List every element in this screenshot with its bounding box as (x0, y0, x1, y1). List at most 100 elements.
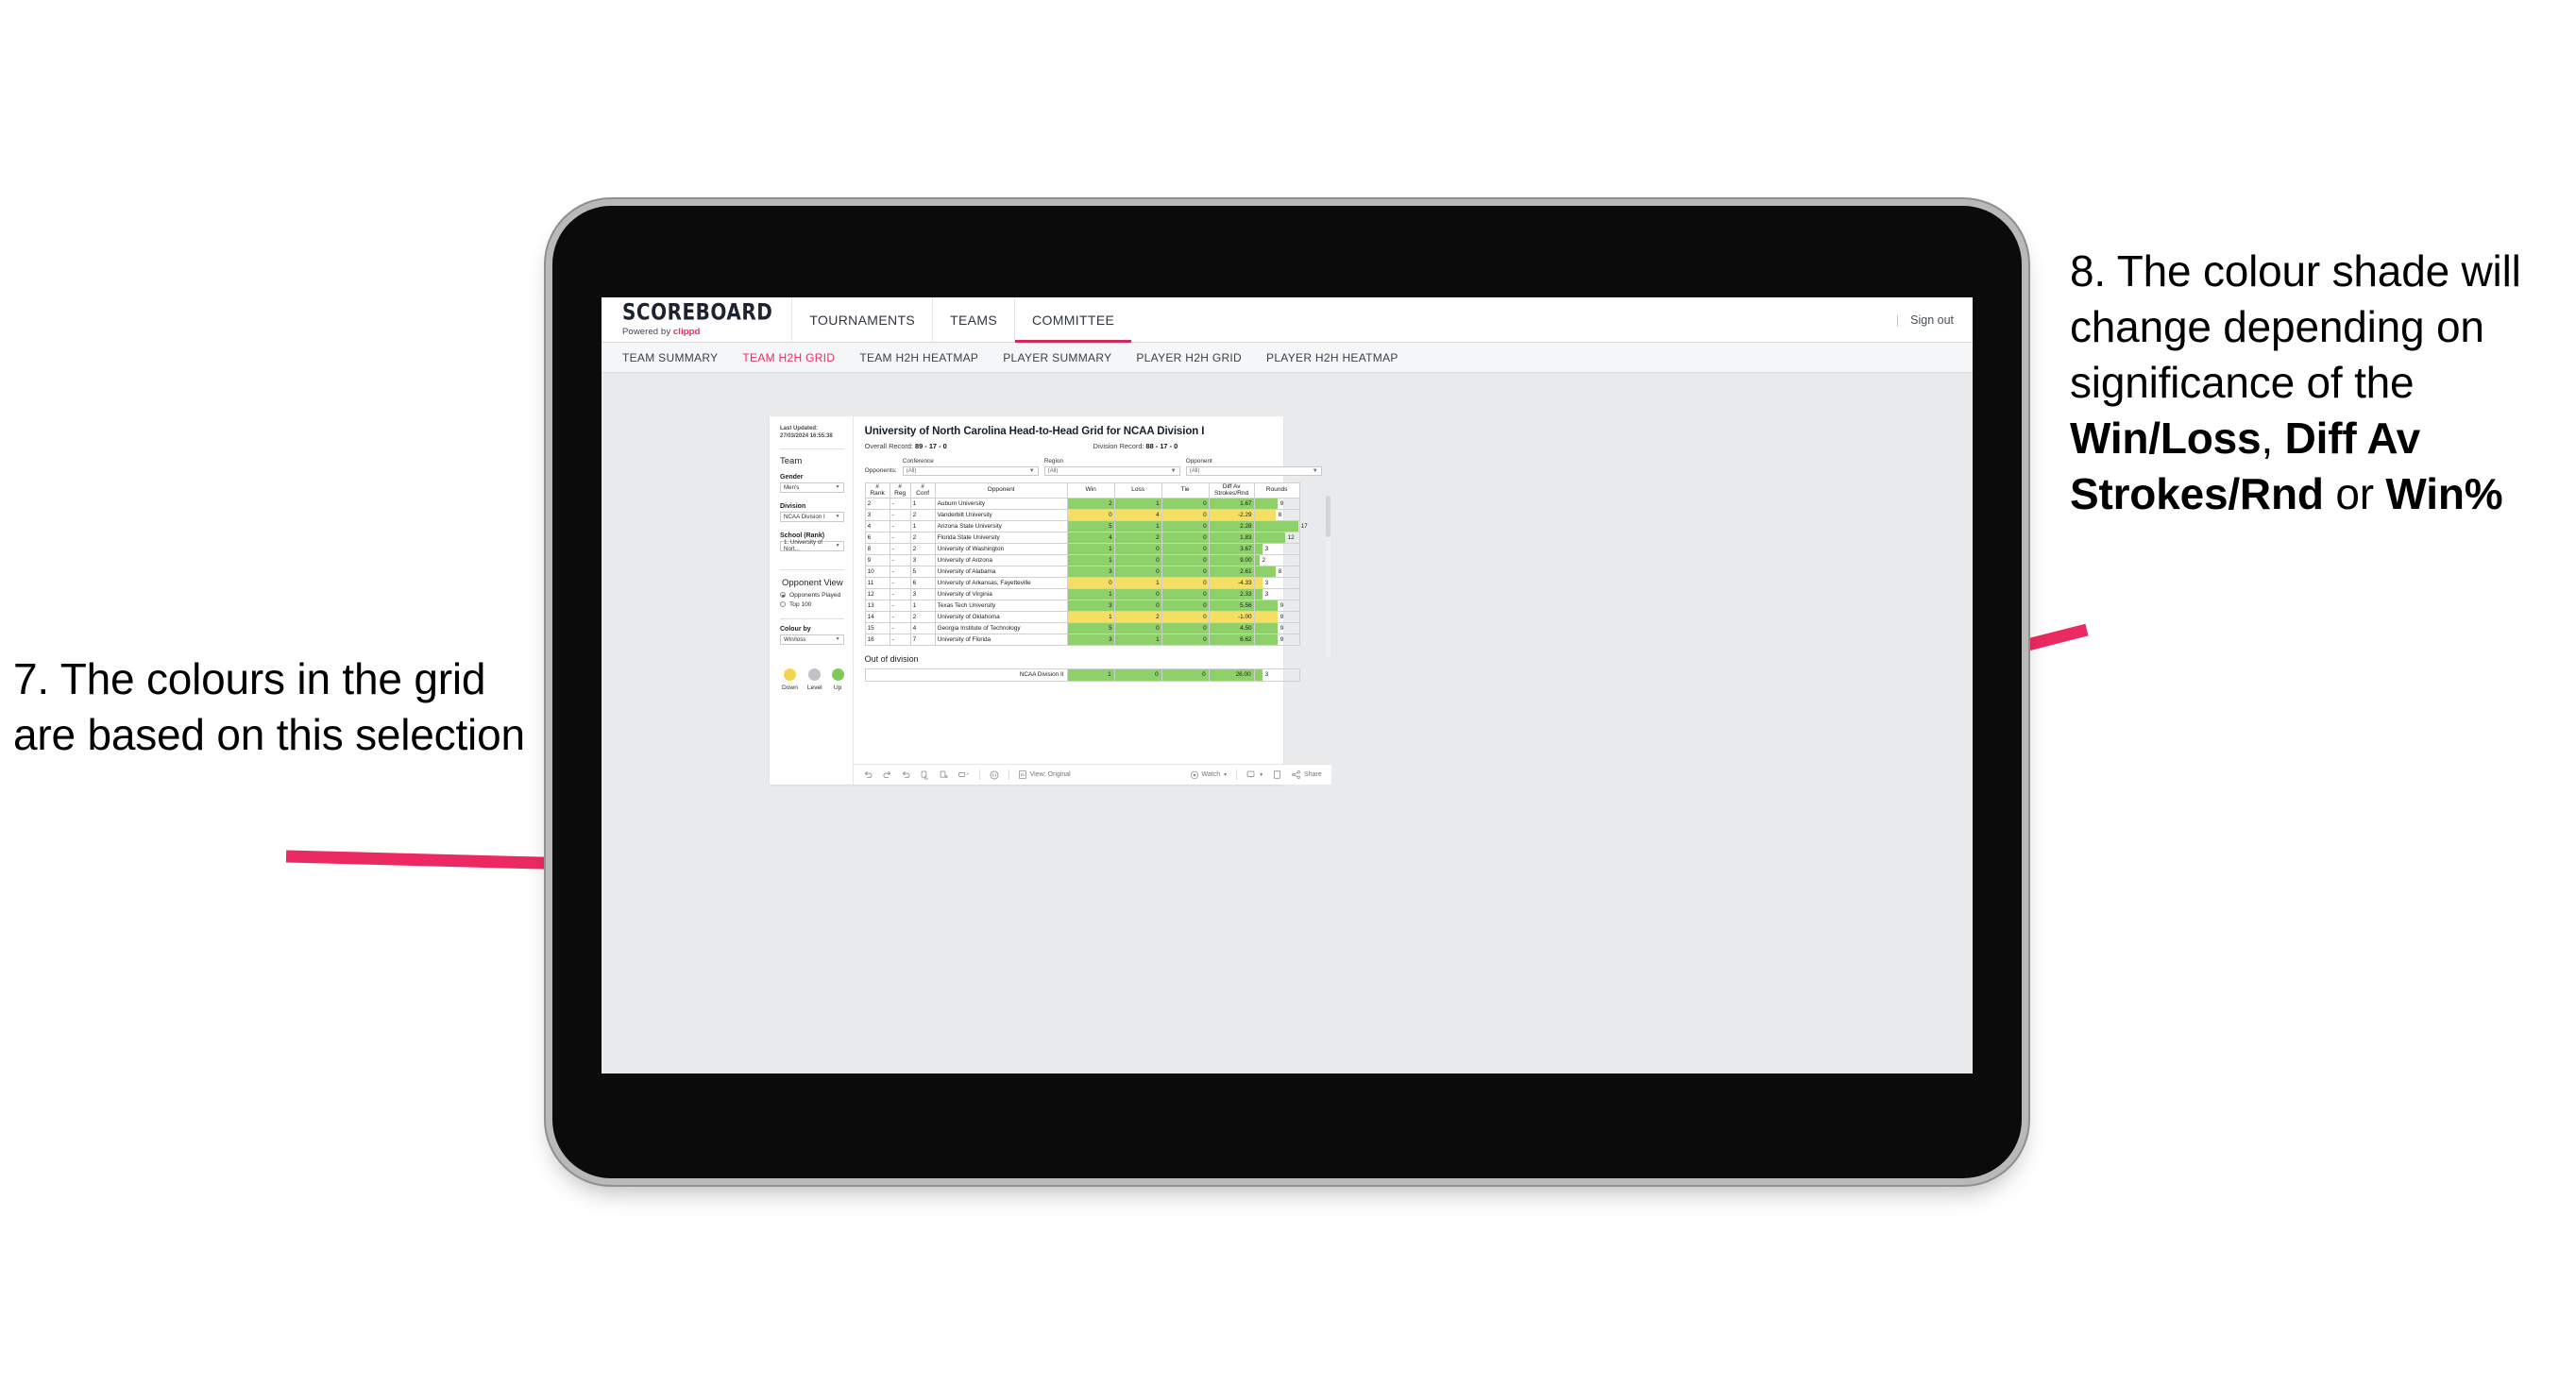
cell-win[interactable]: 1 (1066, 542, 1115, 555)
top-nav-item-committee[interactable]: COMMITTEE (1014, 297, 1132, 343)
cell-conf[interactable]: 1 (909, 519, 936, 532)
cell-win[interactable]: 1 (1066, 610, 1115, 623)
cell-rounds[interactable]: 3 (1253, 542, 1300, 555)
cell-diff[interactable]: 1.83 (1208, 531, 1255, 544)
cell-win[interactable]: 5 (1066, 621, 1115, 634)
cell-reg[interactable]: - (889, 587, 911, 600)
cell-rank[interactable]: 3 (864, 508, 890, 521)
cell-reg[interactable]: - (889, 519, 911, 532)
cell-rank[interactable]: 4 (864, 519, 890, 532)
cell-opponent[interactable]: University of Alabama (934, 565, 1068, 578)
device-layout-icon[interactable] (958, 769, 971, 780)
cell-loss[interactable]: 4 (1113, 508, 1162, 521)
cell-loss[interactable]: 1 (1113, 576, 1162, 589)
cell-diff[interactable]: 9.00 (1208, 553, 1255, 566)
th-tie[interactable]: Tie (1161, 482, 1210, 499)
table-scrollbar-thumb[interactable] (1325, 495, 1330, 537)
sub-nav-item-team-h2h-heatmap[interactable]: TEAM H2H HEATMAP (859, 351, 978, 364)
sign-out-link[interactable]: Sign out (1910, 313, 1954, 327)
cell-rounds[interactable]: 9 (1253, 599, 1300, 612)
table-row[interactable]: 10-5 University of Alabama 3 0 0 2.61 8 (864, 565, 1300, 578)
cell-loss[interactable]: 1 (1113, 497, 1162, 510)
cell-reg[interactable]: - (889, 542, 911, 555)
table-row[interactable]: 14-2 University of Oklahoma 1 2 0 -1.00 9 (864, 610, 1300, 623)
cell-win[interactable]: 5 (1066, 519, 1115, 532)
cell-diff[interactable]: 2.28 (1208, 519, 1255, 532)
cell-loss[interactable]: 0 (1113, 565, 1162, 578)
cell-rounds[interactable]: 9 (1253, 610, 1300, 623)
th-win[interactable]: Win (1066, 482, 1115, 499)
cell-diff[interactable]: 2.61 (1208, 565, 1255, 578)
cell-opponent[interactable]: Georgia Institute of Technology (934, 621, 1068, 634)
cell-tie[interactable]: 0 (1161, 599, 1210, 612)
opponent-filter[interactable]: Opponent (All) ▼ (1185, 458, 1322, 476)
cell-tie[interactable]: 0 (1161, 621, 1210, 634)
cell-rounds[interactable]: 9 (1253, 633, 1300, 646)
conference-filter[interactable]: Conference (All) ▼ (902, 458, 1039, 476)
cell-tie[interactable]: 0 (1161, 565, 1210, 578)
conference-select[interactable]: (All) ▼ (902, 465, 1039, 476)
cell-rounds[interactable]: 9 (1253, 497, 1300, 510)
out-of-division-row[interactable]: NCAA Division II 1 0 0 26.00 3 (864, 668, 1300, 682)
pause-auto-update-icon[interactable] (989, 769, 1000, 781)
fullscreen-icon[interactable] (1272, 769, 1282, 780)
th-opponent[interactable]: Opponent (934, 482, 1068, 499)
cell-conf[interactable]: 2 (909, 542, 936, 555)
cell-rounds[interactable]: 2 (1253, 553, 1300, 566)
cell-diff[interactable]: -2.29 (1208, 508, 1255, 521)
cell-rounds[interactable]: 9 (1253, 621, 1300, 634)
radio-opponents-played[interactable]: Opponents Played (780, 592, 844, 599)
cell-tie[interactable]: 0 (1161, 553, 1210, 566)
th-loss[interactable]: Loss (1113, 482, 1162, 499)
cell-reg[interactable]: - (889, 599, 911, 612)
cell-rank[interactable]: 16 (864, 633, 890, 646)
cell-conf[interactable]: 2 (909, 610, 936, 623)
region-filter[interactable]: Region (All) ▼ (1043, 458, 1180, 476)
table-row[interactable]: 16-7 University of Florida 3 1 0 6.62 9 (864, 633, 1300, 646)
cell-diff[interactable]: 3.67 (1208, 542, 1255, 555)
cell-diff[interactable]: -1.00 (1208, 610, 1255, 623)
cell-diff[interactable]: 6.62 (1208, 633, 1255, 646)
cell-loss[interactable]: 0 (1113, 621, 1162, 634)
cell-tie[interactable]: 0 (1161, 531, 1210, 544)
gender-select[interactable]: Men's ▼ (780, 482, 844, 493)
cell-tie[interactable]: 0 (1161, 508, 1210, 521)
cell-loss[interactable]: 1 (1113, 519, 1162, 532)
cell-tie[interactable]: 0 (1161, 633, 1210, 646)
cell-reg[interactable]: - (889, 621, 911, 634)
cell-diff[interactable]: 26.00 (1208, 668, 1255, 682)
top-nav-item-tournaments[interactable]: TOURNAMENTS (791, 297, 932, 342)
cell-rounds[interactable]: 8 (1253, 565, 1300, 578)
cell-opponent[interactable]: University of Washington (934, 542, 1068, 555)
cell-rounds[interactable]: 3 (1253, 576, 1300, 589)
cell-loss[interactable]: 1 (1113, 633, 1162, 646)
cell-tie[interactable]: 0 (1161, 610, 1210, 623)
table-row[interactable]: 6-2 Florida State University 4 2 0 1.83 12 (864, 531, 1300, 544)
cell-rank[interactable]: 11 (864, 576, 890, 589)
cell-reg[interactable]: - (889, 576, 911, 589)
cell-opponent[interactable]: University of Oklahoma (934, 610, 1068, 623)
cell-reg[interactable]: - (889, 633, 911, 646)
th-rank[interactable]: # Rank (864, 482, 890, 499)
cell-win[interactable]: 1 (1066, 553, 1115, 566)
share-button[interactable]: Share (1291, 769, 1322, 780)
cell-loss[interactable]: 0 (1113, 542, 1162, 555)
redo-icon[interactable] (882, 769, 892, 780)
table-row[interactable]: 3-2 Vanderbilt University 0 4 0 -2.29 8 (864, 508, 1300, 521)
colour-by-select[interactable]: Win/loss ▼ (780, 634, 844, 645)
table-row[interactable]: 15-4 Georgia Institute of Technology 5 0 0 4.… (864, 621, 1300, 634)
cell-win[interactable]: 3 (1066, 633, 1115, 646)
refresh-icon[interactable] (920, 769, 930, 780)
table-row[interactable]: 13-1 Texas Tech University 3 0 0 5.56 9 (864, 599, 1300, 612)
cell-win[interactable]: 2 (1066, 497, 1115, 510)
cell-rounds[interactable]: 3 (1253, 587, 1300, 600)
school-select[interactable]: 1. University of Nort... ▼ (780, 539, 844, 552)
cell-opponent[interactable]: Arizona State University (934, 519, 1068, 532)
sub-nav-item-player-summary[interactable]: PLAYER SUMMARY (1003, 351, 1111, 364)
cell-rounds[interactable]: 8 (1253, 508, 1300, 521)
table-row[interactable]: 8-2 University of Washington 1 0 0 3.67 3 (864, 542, 1300, 555)
cell-rank[interactable]: 15 (864, 621, 890, 634)
radio-top-100[interactable]: Top 100 (780, 601, 844, 608)
cell-tie[interactable]: 0 (1161, 668, 1210, 682)
cell-opponent[interactable]: Vanderbilt University (934, 508, 1068, 521)
